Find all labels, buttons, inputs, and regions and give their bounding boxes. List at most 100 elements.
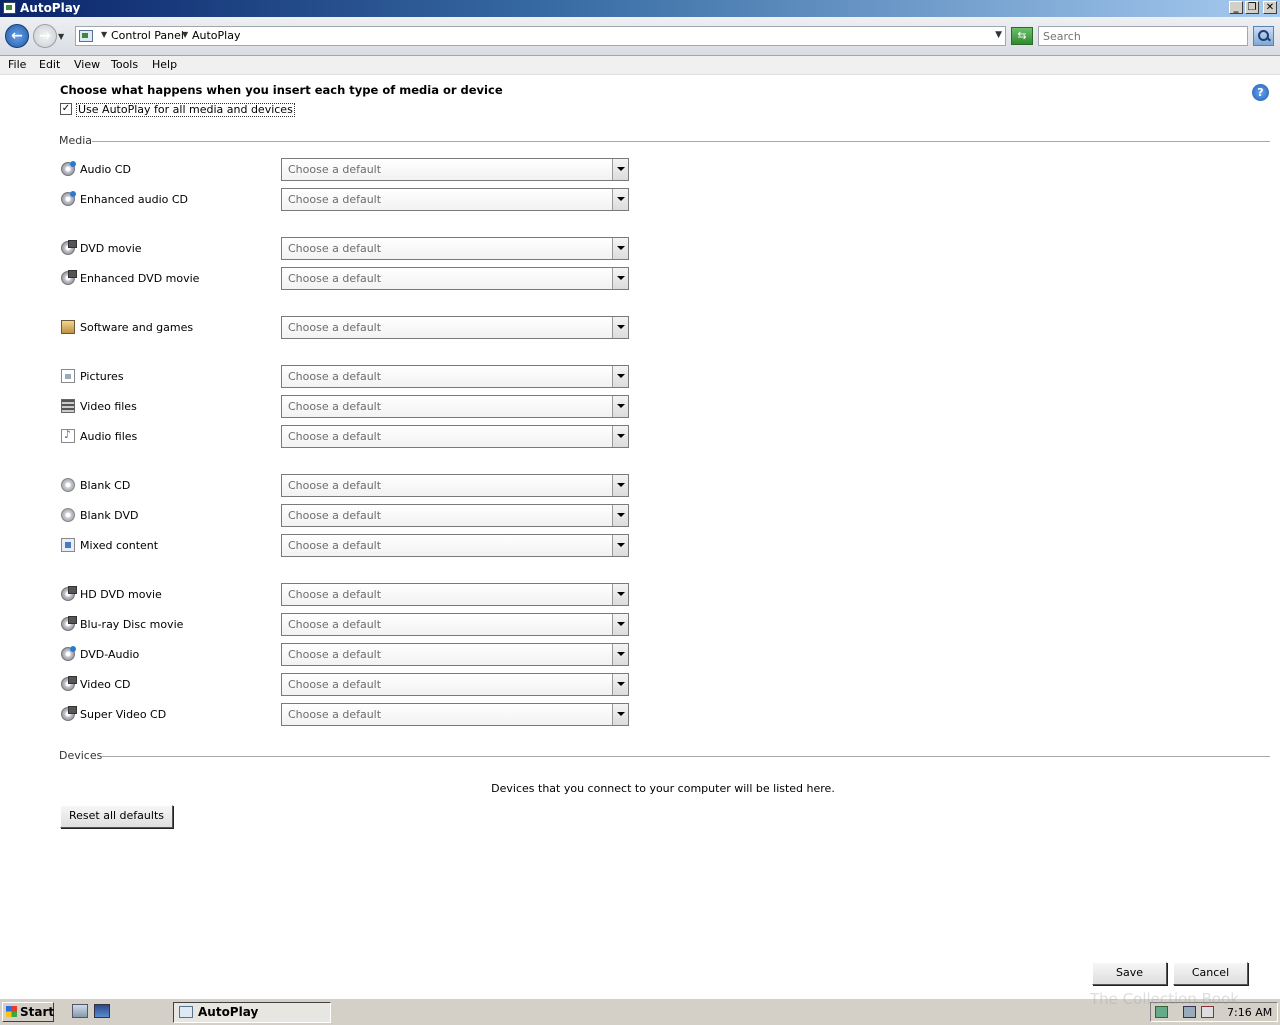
show-desktop-icon[interactable] (94, 1004, 110, 1018)
default-action-dropdown[interactable]: Choose a default (281, 365, 629, 388)
devices-section-label: Devices (59, 749, 103, 762)
chevron-down-icon[interactable] (612, 674, 628, 695)
default-action-dropdown[interactable]: Choose a default (281, 188, 629, 211)
chevron-down-icon[interactable] (612, 426, 628, 447)
dropdown-value: Choose a default (288, 430, 382, 443)
taskbar-autoplay-label: AutoPlay (198, 1005, 259, 1019)
default-action-dropdown[interactable]: Choose a default (281, 534, 629, 557)
default-action-dropdown[interactable]: Choose a default (281, 613, 629, 636)
page-heading: Choose what happens when you insert each… (60, 83, 503, 97)
mixed-content-icon (61, 538, 75, 552)
software-games-icon (61, 320, 75, 334)
enhanced-audio-cd-icon (61, 191, 76, 206)
media-row-label: Super Video CD (80, 708, 167, 721)
address-field[interactable]: ▼ Control Panel ▼ AutoPlay ▼ (75, 26, 1006, 46)
chevron-down-icon[interactable] (612, 475, 628, 496)
search-icon[interactable] (1253, 26, 1274, 46)
enhanced-dvd-movie-icon (61, 270, 77, 285)
use-autoplay-label[interactable]: Use AutoPlay for all media and devices (76, 103, 295, 117)
save-button[interactable]: Save (1092, 962, 1167, 985)
chevron-down-icon[interactable] (612, 189, 628, 210)
taskbar-autoplay-button[interactable]: AutoPlay (173, 1002, 331, 1023)
default-action-dropdown[interactable]: Choose a default (281, 583, 629, 606)
menu-file[interactable]: File (8, 58, 26, 71)
restore-button[interactable]: ❐ (1245, 1, 1259, 14)
dropdown-value: Choose a default (288, 509, 382, 522)
reset-all-defaults-button[interactable]: Reset all defaults (60, 805, 173, 828)
media-row-label: Audio files (80, 430, 138, 443)
dropdown-value: Choose a default (288, 370, 382, 383)
default-action-dropdown[interactable]: Choose a default (281, 158, 629, 181)
default-action-dropdown[interactable]: Choose a default (281, 425, 629, 448)
default-action-dropdown[interactable]: Choose a default (281, 474, 629, 497)
default-action-dropdown[interactable]: Choose a default (281, 267, 629, 290)
default-action-dropdown[interactable]: Choose a default (281, 504, 629, 527)
start-button[interactable]: Start (2, 1002, 54, 1022)
media-row-label: Pictures (80, 370, 124, 383)
default-action-dropdown[interactable]: Choose a default (281, 237, 629, 260)
breadcrumb-control-panel[interactable]: Control Panel (111, 29, 184, 42)
dropdown-value: Choose a default (288, 678, 382, 691)
dropdown-value: Choose a default (288, 400, 382, 413)
default-action-dropdown[interactable]: Choose a default (281, 395, 629, 418)
menu-help[interactable]: Help (152, 58, 177, 71)
use-autoplay-checkbox[interactable]: ✓ (60, 103, 72, 115)
autoplay-task-icon (179, 1006, 193, 1018)
media-row-label: Enhanced DVD movie (80, 272, 200, 285)
recent-pages-dropdown[interactable]: ▼ (58, 32, 64, 41)
dropdown-value: Choose a default (288, 163, 382, 176)
media-row-label: Enhanced audio CD (80, 193, 189, 206)
menu-view[interactable]: View (74, 58, 100, 71)
chevron-down-icon[interactable] (612, 317, 628, 338)
chevron-down-icon[interactable] (612, 396, 628, 417)
media-row-label: Mixed content (80, 539, 159, 552)
back-button[interactable]: ← (5, 24, 29, 48)
media-row-label: Blu-ray Disc movie (80, 618, 184, 631)
help-icon[interactable]: ? (1252, 84, 1269, 101)
close-button[interactable]: ✕ (1263, 1, 1277, 14)
window-title: AutoPlay (20, 1, 81, 15)
search-input[interactable] (1038, 26, 1248, 46)
dropdown-value: Choose a default (288, 588, 382, 601)
windows-logo-icon (6, 1006, 17, 1017)
blank-cd-icon (61, 478, 75, 492)
media-divider (92, 141, 1270, 142)
breadcrumb-autoplay[interactable]: AutoPlay (192, 29, 240, 42)
minimize-button[interactable]: _ (1229, 1, 1243, 14)
chevron-down-icon[interactable] (612, 614, 628, 635)
breadcrumb-arrow-icon[interactable]: ▼ (182, 30, 188, 39)
media-section-label: Media (59, 134, 93, 147)
chevron-down-icon[interactable] (612, 366, 628, 387)
bluray-disc-movie-icon (61, 616, 77, 631)
chevron-down-icon[interactable] (612, 584, 628, 605)
default-action-dropdown[interactable]: Choose a default (281, 316, 629, 339)
address-history-dropdown[interactable]: ▼ (995, 30, 1002, 40)
chevron-down-icon[interactable] (612, 704, 628, 725)
refresh-icon[interactable]: ⇆ (1011, 27, 1033, 45)
chevron-down-icon[interactable] (612, 505, 628, 526)
dropdown-value: Choose a default (288, 193, 382, 206)
forward-button[interactable]: → (33, 24, 57, 48)
chevron-down-icon[interactable] (612, 268, 628, 289)
watermark: The Collection Book (1090, 990, 1239, 1008)
cancel-button[interactable]: Cancel (1173, 962, 1248, 985)
chevron-down-icon[interactable] (612, 535, 628, 556)
media-row-label: Blank DVD (80, 509, 139, 522)
menu-edit[interactable]: Edit (39, 58, 60, 71)
default-action-dropdown[interactable]: Choose a default (281, 703, 629, 726)
title-bar: AutoPlay _ ❐ ✕ (0, 0, 1280, 17)
chevron-down-icon[interactable] (612, 159, 628, 180)
video-files-icon (61, 399, 75, 413)
media-row-label: DVD-Audio (80, 648, 140, 661)
dvd-movie-icon (61, 240, 77, 255)
devices-empty-message: Devices that you connect to your compute… (491, 782, 835, 795)
chevron-down-icon[interactable] (612, 644, 628, 665)
default-action-dropdown[interactable]: Choose a default (281, 673, 629, 696)
menu-tools[interactable]: Tools (111, 58, 138, 71)
chevron-down-icon[interactable] (612, 238, 628, 259)
media-row-label: Video files (80, 400, 137, 413)
server-manager-icon[interactable] (72, 1004, 88, 1018)
default-action-dropdown[interactable]: Choose a default (281, 643, 629, 666)
media-row-label: Video CD (80, 678, 131, 691)
breadcrumb-arrow-icon[interactable]: ▼ (101, 30, 107, 39)
